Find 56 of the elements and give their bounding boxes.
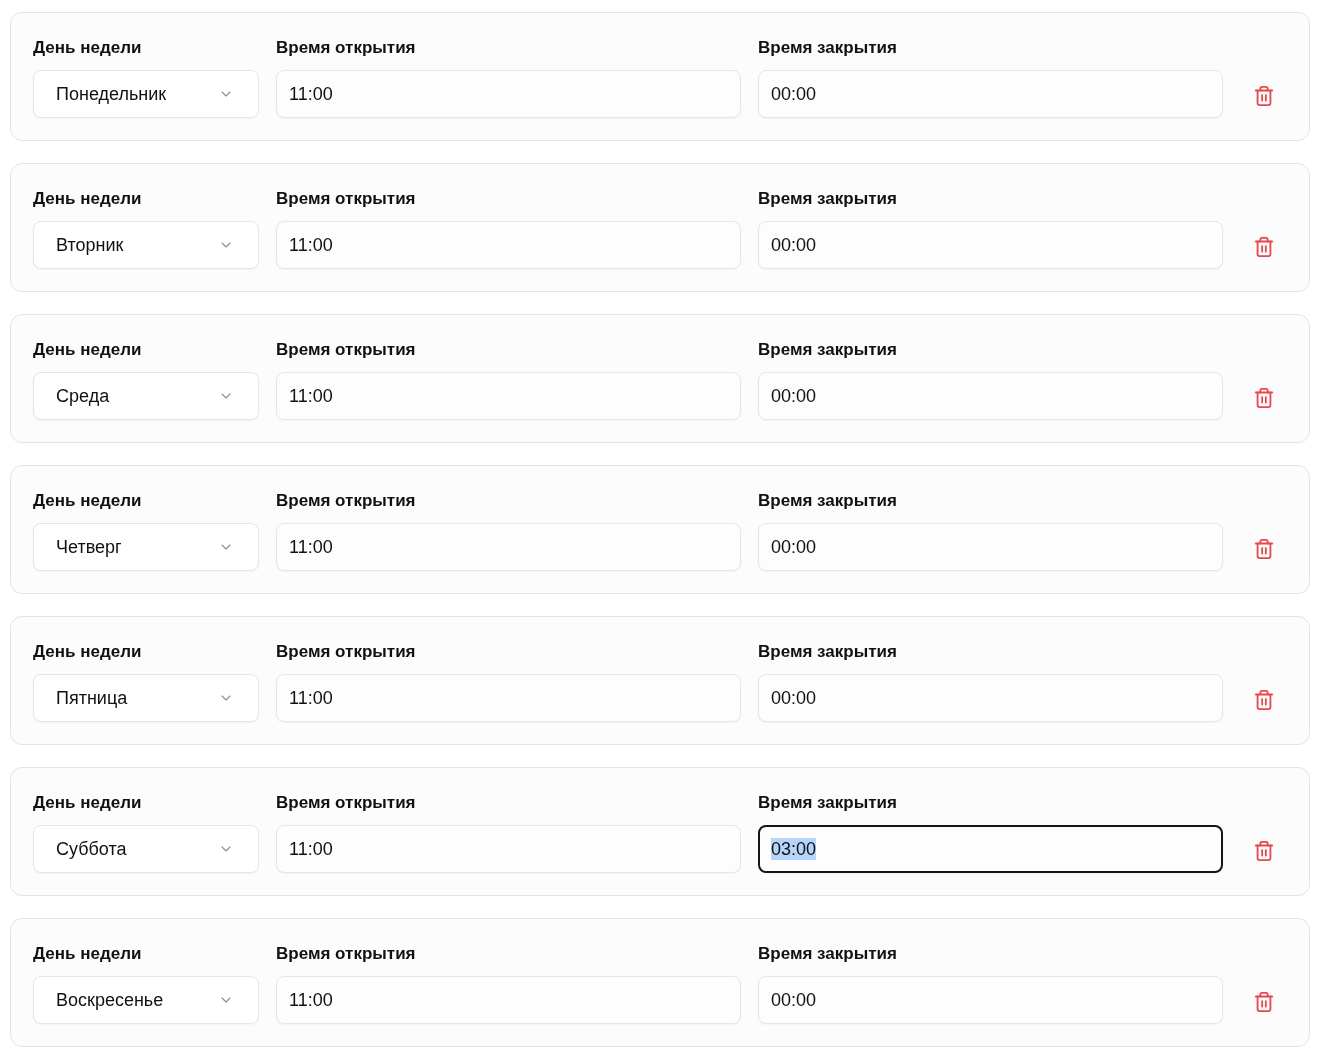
day-select[interactable]: Воскресенье <box>33 976 259 1024</box>
time-field[interactable]: 11:00 <box>276 825 741 873</box>
field-label: День недели <box>33 339 142 361</box>
time-field[interactable]: 00:00 <box>758 70 1223 118</box>
field-label: Время закрытия <box>758 792 897 814</box>
delete-button[interactable] <box>1252 688 1275 712</box>
field-label: Время открытия <box>276 188 416 210</box>
delete-button[interactable] <box>1252 84 1275 108</box>
field-label: Время открытия <box>276 943 416 965</box>
day-select[interactable]: Пятница <box>33 674 259 722</box>
field-label: Время открытия <box>276 37 416 59</box>
field-label: День недели <box>33 188 142 210</box>
time-field[interactable]: 00:00 <box>758 523 1223 571</box>
day-select[interactable]: Вторник <box>33 221 259 269</box>
time-field[interactable]: 11:00 <box>276 372 741 420</box>
trash-icon <box>1252 689 1275 711</box>
field-label: День недели <box>33 490 142 512</box>
time-field[interactable]: 11:00 <box>276 674 741 722</box>
time-field[interactable]: 11:00 <box>276 523 741 571</box>
field-label: Время закрытия <box>758 943 897 965</box>
time-field[interactable]: 00:00 <box>758 372 1223 420</box>
delete-button[interactable] <box>1252 990 1275 1014</box>
field-label: Время открытия <box>276 792 416 814</box>
trash-icon <box>1252 236 1275 258</box>
day-select[interactable]: Суббота <box>33 825 259 873</box>
field-label: Время закрытия <box>758 37 897 59</box>
time-field[interactable]: 00:00 <box>758 674 1223 722</box>
trash-icon <box>1252 538 1275 560</box>
trash-icon <box>1252 840 1275 862</box>
field-label: День недели <box>33 641 142 663</box>
trash-icon <box>1252 991 1275 1013</box>
delete-button[interactable] <box>1252 386 1275 410</box>
field-label: Время открытия <box>276 641 416 663</box>
time-field[interactable]: 11:00 <box>276 976 741 1024</box>
field-label: День недели <box>33 792 142 814</box>
time-field[interactable]: 11:00 <box>276 70 741 118</box>
time-field[interactable]: 00:00 <box>758 976 1223 1024</box>
field-label: Время закрытия <box>758 188 897 210</box>
field-label: Время закрытия <box>758 339 897 361</box>
time-field[interactable]: 03:00 <box>758 825 1223 873</box>
field-label: Время открытия <box>276 490 416 512</box>
day-select[interactable]: Среда <box>33 372 259 420</box>
day-select[interactable]: Понедельник <box>33 70 259 118</box>
delete-button[interactable] <box>1252 235 1275 259</box>
field-label: Время открытия <box>276 339 416 361</box>
time-field[interactable]: 11:00 <box>276 221 741 269</box>
trash-icon <box>1252 387 1275 409</box>
field-label: День недели <box>33 943 142 965</box>
delete-button[interactable] <box>1252 537 1275 561</box>
field-label: Время закрытия <box>758 490 897 512</box>
time-field[interactable]: 00:00 <box>758 221 1223 269</box>
day-select[interactable]: Четверг <box>33 523 259 571</box>
delete-button[interactable] <box>1252 839 1275 863</box>
field-label: День недели <box>33 37 142 59</box>
trash-icon <box>1252 85 1275 107</box>
field-label: Время закрытия <box>758 641 897 663</box>
